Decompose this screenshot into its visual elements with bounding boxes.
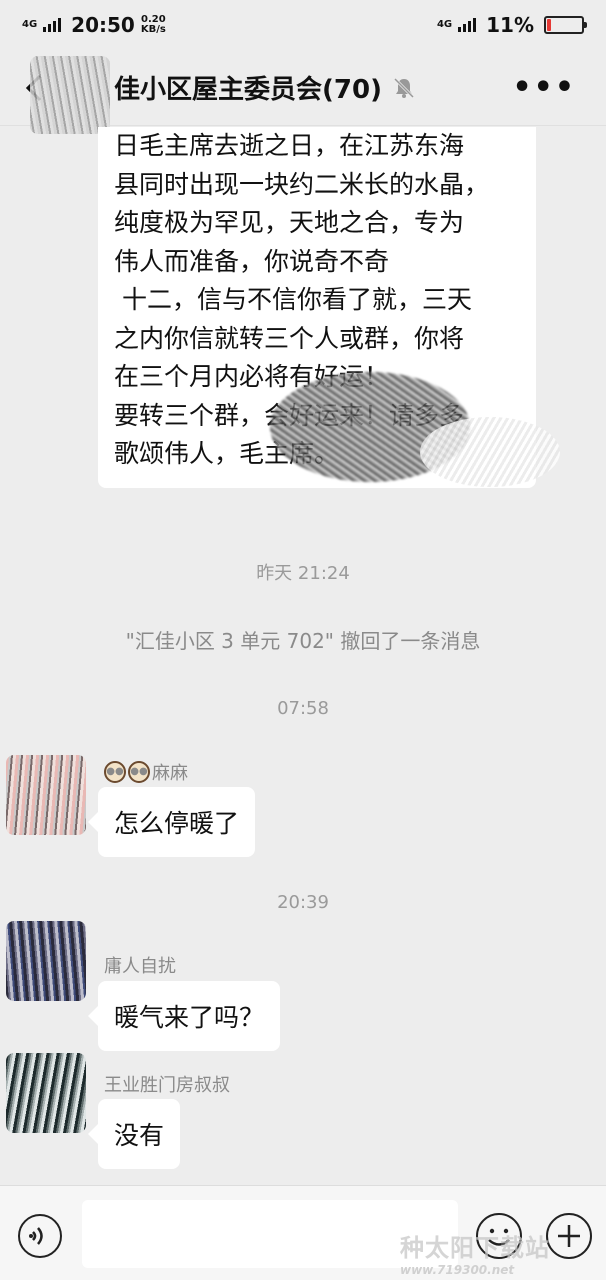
cow-emoji-icon: ●● xyxy=(104,761,126,783)
sender-name: 王业胜门房叔叔 xyxy=(104,1075,230,1096)
status-right: 4G 11% xyxy=(436,13,587,37)
cow-emoji-icon: ●● xyxy=(128,761,150,783)
watermark: 种太阳下载站 www.719300.net xyxy=(400,1228,600,1278)
sender-name: ●● ●● 麻麻 xyxy=(104,759,188,785)
status-left: 4G 20:50 0.20 KB/s xyxy=(22,13,166,37)
battery-fill xyxy=(547,19,551,31)
chat-header: 佳小区屋主委员会(70) ••• xyxy=(0,50,606,134)
chat-area[interactable]: 日毛主席去逝之日，在江苏东海 县同时出现一块约二米长的水晶， 纯度极为罕见，天地… xyxy=(0,127,606,1185)
chat-title: 佳小区屋主委员会(70) xyxy=(114,75,382,105)
sender-name: 庸人自扰 xyxy=(104,956,176,977)
message-bubble[interactable]: 怎么停暖了 xyxy=(87,787,256,857)
network-type-right: 4G xyxy=(436,19,453,30)
network-speed: 0.20 KB/s xyxy=(141,15,166,35)
blurred-region xyxy=(30,56,110,134)
avatar[interactable] xyxy=(6,921,86,1001)
timestamp: 07:58 xyxy=(277,698,329,719)
recall-notice: "汇佳小区 3 单元 702" 撤回了一条消息 xyxy=(125,629,481,653)
message-bubble[interactable]: 暖气来了吗？ xyxy=(87,981,281,1051)
network-speed-unit: KB/s xyxy=(140,24,166,35)
battery-icon xyxy=(544,16,587,34)
signal-icon-right xyxy=(458,18,477,32)
battery-percent: 11% xyxy=(486,13,534,37)
bell-muted-icon xyxy=(392,76,416,100)
signal-icon xyxy=(43,18,62,32)
avatar[interactable] xyxy=(6,755,86,835)
timestamp: 昨天 21:24 xyxy=(256,563,350,584)
more-options-icon[interactable]: ••• xyxy=(512,70,576,105)
message-bubble[interactable]: 没有 xyxy=(87,1099,181,1169)
watermark-title: 种太阳下载站 xyxy=(400,1234,550,1262)
watermark-url: www.719300.net xyxy=(400,1263,515,1277)
clock: 20:50 xyxy=(71,13,135,37)
voice-icon[interactable] xyxy=(18,1214,62,1258)
scribble-redaction-light xyxy=(420,417,560,487)
timestamp: 20:39 xyxy=(277,892,329,913)
sender-name-text: 麻麻 xyxy=(152,763,188,784)
network-type-left: 4G xyxy=(22,19,38,30)
status-bar: 4G 20:50 0.20 KB/s 4G 11% xyxy=(0,0,606,50)
avatar[interactable] xyxy=(6,1053,86,1133)
